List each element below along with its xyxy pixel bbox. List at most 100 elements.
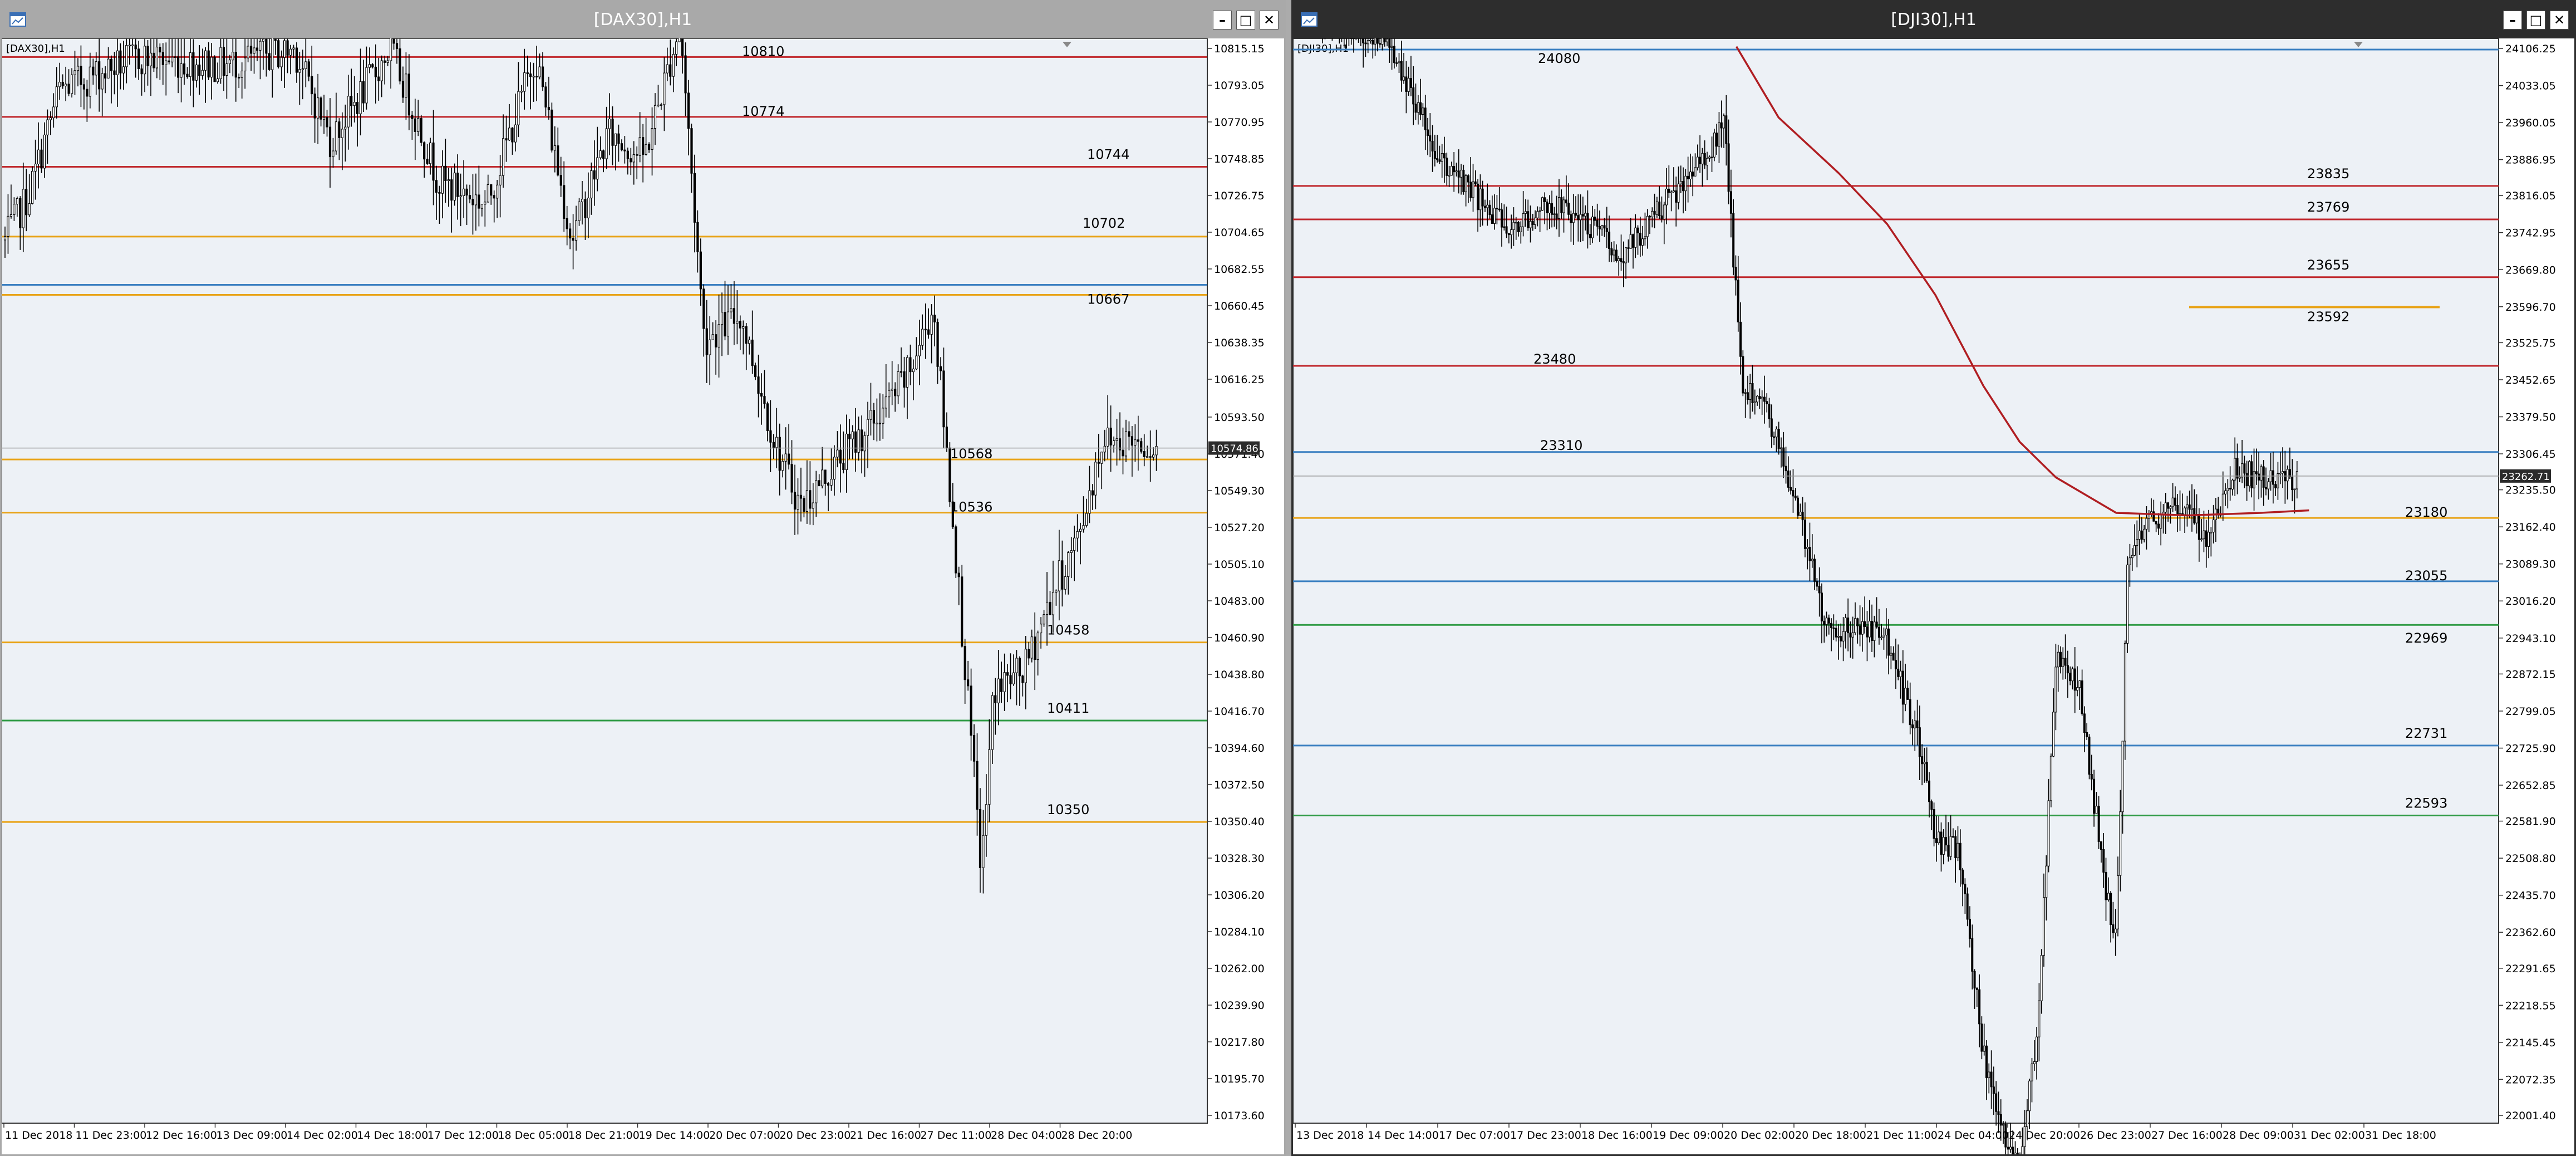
candle-body	[1505, 226, 1508, 234]
x-tick-label: 28 Dec 09:00	[2223, 1129, 2294, 1142]
candle-body	[638, 137, 641, 156]
candle-body	[46, 119, 49, 135]
candle-body	[1510, 229, 1513, 236]
candle-body	[2221, 493, 2224, 515]
candle-body	[1718, 122, 1720, 147]
candle-body	[967, 679, 970, 687]
candle-body	[380, 60, 383, 81]
candle-body	[52, 106, 55, 119]
candle-body	[927, 329, 930, 335]
candle-body	[1061, 560, 1064, 590]
maximize-icon[interactable]: □	[1236, 11, 1255, 30]
close-icon[interactable]: ✕	[2550, 11, 2569, 30]
minimize-icon[interactable]: –	[2503, 11, 2522, 30]
dji30-chart-window[interactable]: [DJI30],H1 – □ ✕ [DJI30],H1 24106.25 24033…	[1291, 0, 2576, 1156]
candle-body	[289, 48, 292, 56]
candle-body	[653, 105, 657, 129]
candle-body	[1507, 233, 1510, 236]
candle-body	[1840, 636, 1842, 641]
dji30-chart-area[interactable]: [DJI30],H1 24106.25 24033.05 23960.05 23886.…	[1293, 38, 2574, 1154]
x-tick-label: 27 Dec 11:00	[921, 1129, 992, 1142]
candle-body	[49, 117, 52, 120]
candle-body	[2234, 458, 2236, 481]
candle-body	[61, 81, 64, 87]
candle-body	[1923, 762, 1926, 765]
candle-body	[778, 437, 781, 471]
candle-body	[839, 449, 842, 464]
candle-body	[131, 45, 134, 46]
candle-body	[1746, 392, 1749, 400]
candle-body	[1149, 456, 1152, 458]
candle-body	[1479, 188, 1482, 210]
candle-body	[1605, 228, 1608, 232]
candle-body	[684, 55, 687, 94]
candle-body	[2009, 1147, 2012, 1150]
candle-body	[1758, 396, 1761, 399]
candle-body	[912, 369, 915, 373]
candle-body	[1555, 213, 1558, 219]
candle-body	[1861, 621, 1864, 635]
candle-body	[924, 329, 927, 331]
candle-body	[384, 60, 386, 63]
candle-body	[2205, 530, 2208, 547]
candle-body	[322, 117, 326, 120]
candle-body	[2073, 668, 2076, 691]
x-tick-label: 31 Dec 18:00	[2365, 1129, 2436, 1142]
plot-area	[2, 38, 1208, 1124]
candle-body	[3, 236, 7, 241]
candle-body	[1379, 43, 1382, 45]
candle-body	[1827, 618, 1830, 624]
candle-body	[76, 66, 80, 71]
candle-body	[1925, 762, 1928, 781]
candle-body	[872, 410, 876, 424]
y-tick-label: 10682.55	[1214, 263, 1265, 276]
candle-body	[1675, 190, 1678, 203]
close-icon[interactable]: ✕	[1260, 11, 1279, 30]
candle-body	[1079, 528, 1082, 532]
candle-body	[1085, 513, 1088, 526]
dax30-titlebar[interactable]: [DAX30],H1 – □ ✕	[2, 2, 1284, 38]
candle-body	[1832, 627, 1835, 629]
candle-body	[1103, 445, 1106, 453]
y-tick-label: 10616.25	[1214, 374, 1265, 386]
candle-body	[812, 502, 814, 509]
candle-body	[161, 52, 164, 65]
candle-body	[572, 238, 574, 241]
candle-body	[1951, 836, 1954, 838]
candle-body	[210, 57, 213, 78]
candle-body	[1909, 699, 1911, 726]
candle-body	[2260, 466, 2263, 481]
dji30-titlebar[interactable]: [DJI30],H1 – □ ✕	[1293, 2, 2574, 38]
candle-body	[58, 81, 61, 87]
candle-body	[788, 453, 790, 465]
candle-body	[675, 41, 678, 55]
candle-body	[2291, 477, 2294, 491]
level-label: 10350	[1047, 802, 1089, 817]
candle-body	[1811, 559, 1813, 561]
candle-body	[192, 52, 195, 81]
candle-body	[1364, 42, 1367, 45]
candle-body	[2028, 1080, 2031, 1111]
candle-body	[371, 64, 374, 67]
candle-body	[2229, 488, 2231, 489]
candle-body	[1015, 658, 1018, 673]
candle-body	[1381, 38, 1384, 45]
candle-body	[2016, 1152, 2019, 1154]
candle-body	[2054, 667, 2057, 713]
candle-body	[717, 324, 720, 347]
candle-body	[878, 423, 881, 424]
dax30-chart-area[interactable]: [DAX30],H1 10815.15 10793.05 10770.95 10748.…	[2, 38, 1284, 1154]
level-label: 22593	[2405, 795, 2447, 811]
candle-body	[180, 63, 183, 78]
candle-body	[207, 50, 210, 78]
candle-body	[997, 678, 1000, 703]
y-tick-label: 10483.00	[1214, 595, 1265, 608]
minimize-icon[interactable]: –	[1213, 11, 1232, 30]
maximize-icon[interactable]: □	[2526, 11, 2545, 30]
candle-body	[1596, 220, 1599, 227]
candle-body	[1393, 46, 1395, 63]
dax30-chart-window[interactable]: [DAX30],H1 – □ ✕ [DAX30],H1 10815.15 10793…	[0, 0, 1286, 1156]
candle-body	[73, 70, 76, 75]
candle-body	[1460, 169, 1463, 178]
candle-body	[1966, 893, 1969, 920]
